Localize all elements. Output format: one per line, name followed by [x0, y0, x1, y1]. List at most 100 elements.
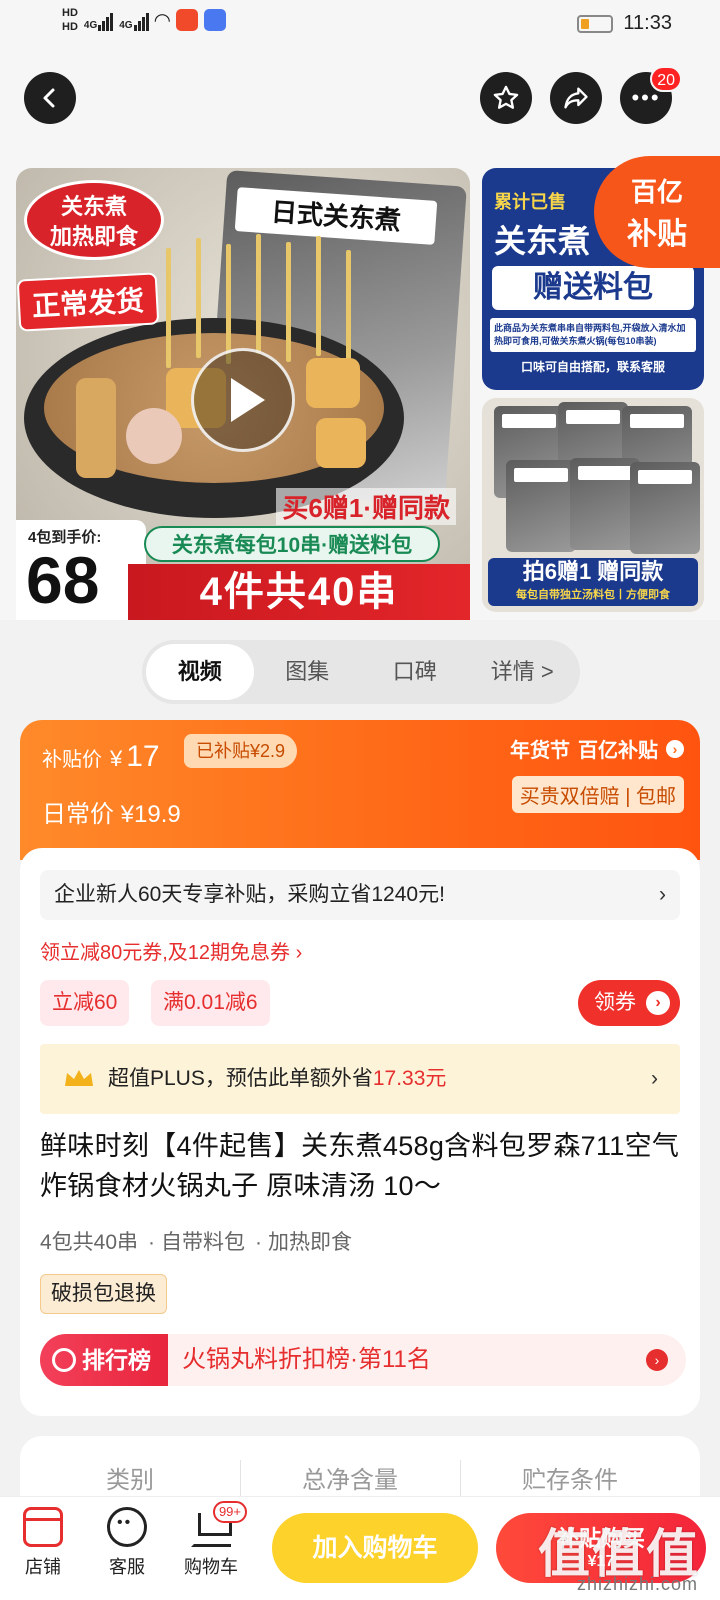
main-video-thumbnail[interactable]: 日式关东煮 关东煮 加热即食 正常发货 买6赠1·赠同款 4包到手价: 68 关… [16, 168, 470, 620]
threshold-chip: 满0.01减6 [151, 980, 270, 1026]
status-right: 11:33 [577, 12, 672, 35]
thumb2-line2: 每包自带独立汤料包丨方便即食 [516, 589, 670, 601]
battery-icon [577, 14, 614, 33]
food-item [76, 378, 116, 478]
tag-instant: 关东煮 加热即食 [24, 180, 164, 260]
coupon-link[interactable]: 领立减80元券,及12期免息券 › [40, 936, 302, 965]
share-icon [564, 87, 588, 109]
enterprise-subsidy-bar[interactable]: 企业新人60天专享补贴，采购立省1240元! › [40, 870, 680, 920]
star-icon [493, 85, 519, 109]
cart-label: 购物车 [184, 1557, 238, 1577]
tab-video[interactable]: 视频 [146, 644, 254, 700]
favorite-button[interactable] [480, 72, 532, 124]
signal-icon: 4G [84, 9, 114, 31]
brand-label: 百亿补贴 [578, 740, 658, 762]
service-label: 客服 [109, 1557, 145, 1577]
feature-item: 加热即食 [255, 1226, 352, 1256]
spec-net-weight: 总净含量 [302, 1467, 398, 1494]
tab-reviews[interactable]: 口碑 [361, 644, 469, 700]
more-badge: 20 [650, 66, 682, 92]
status-time: 11:33 [623, 12, 672, 34]
enterprise-subsidy-text: 企业新人60天专享补贴，采购立省1240元! [54, 883, 445, 906]
hd-label-1: HD [62, 7, 78, 19]
plus-text: 超值PLUS，预估此单额外省 [108, 1067, 373, 1090]
tag-line-2: 加热即食 [49, 224, 138, 249]
wifi-icon: ◠ [154, 9, 170, 32]
subsidy-price-label: 补贴价 [42, 749, 102, 771]
guarantee-badge: 买贵双倍赔 | 包邮 [511, 776, 684, 813]
ranking-bar[interactable]: 排行榜 火锅丸料折扣榜·第11名 › [40, 1334, 686, 1386]
share-button[interactable] [550, 72, 602, 124]
more-button[interactable]: ••• 20 [620, 66, 682, 124]
product-features: 4包共40串 自带料包 加热即食 [40, 1226, 352, 1256]
package-image [630, 462, 700, 554]
play-icon[interactable] [191, 348, 295, 452]
product-info-card: 企业新人60天专享补贴，采购立省1240元! › 领立减80元券,及12期免息券… [20, 848, 700, 1416]
back-button[interactable] [24, 72, 76, 124]
discount-chip: 立减60 [40, 980, 130, 1026]
cart-icon: 99+ [191, 1501, 247, 1547]
customer-service-button[interactable]: 客服 [92, 1507, 162, 1579]
chevron-right-icon: › [646, 1349, 668, 1371]
festival-label: 年货节 [510, 740, 570, 762]
thumb1-line3: 赠送料包 [492, 266, 694, 310]
tab-details[interactable]: 详情 > [469, 644, 577, 700]
chevron-right-icon: › [666, 739, 684, 758]
ranking-text: 火锅丸料折扣榜·第11名 [182, 1346, 431, 1373]
store-button[interactable]: 店铺 [8, 1507, 78, 1579]
chat-icon [107, 1507, 147, 1547]
food-item [126, 408, 182, 464]
product-title: 鲜味时刻【4件起售】关东煮458g含料包罗森711空气炸锅食材火锅丸子 原味清汤… [40, 1131, 680, 1201]
image-promo-big: 4件共40串 [128, 564, 470, 620]
price-card: 补贴价 ¥ 17 已补贴¥2.9 日常价 ¥19.9 年货节 百亿补贴 › 买贵… [20, 720, 700, 860]
buy-offer-text: 买6赠1·赠同款 [276, 488, 456, 525]
thumb2-line1: 拍6赠1 赠同款 [522, 559, 664, 584]
get-coupon-button[interactable]: 领券 › [578, 980, 680, 1026]
top-nav: ••• 20 [0, 50, 720, 160]
thumb1-line4: 此商品为关东煮串串自带两料包,开袋放入清水加热即可食用,可做关东煮火锅(每包10… [490, 318, 696, 352]
feature-item: 自带料包 [148, 1226, 245, 1256]
food-item [306, 358, 360, 408]
hd-indicator: HD HD [62, 6, 78, 34]
chevron-right-icon: › [651, 1067, 658, 1090]
product-gallery: 日式关东煮 关东煮 加热即食 正常发货 买6赠1·赠同款 4包到手价: 68 关… [0, 156, 720, 620]
gallery-thumb-2[interactable]: 拍6赠1 赠同款 每包自带独立汤料包丨方便即食 [482, 398, 704, 612]
tab-gallery[interactable]: 图集 [254, 644, 362, 700]
get-coupon-label: 领券 [594, 991, 636, 1014]
subsidy-price: 补贴价 ¥ 17 [42, 740, 160, 774]
ranking-label: 排行榜 [82, 1347, 151, 1373]
media-tabs: 视频 图集 口碑 详情 > [142, 640, 580, 704]
watermark-url: zhizhizhi.com [576, 1574, 698, 1594]
signal-icon-2: 4G [119, 9, 149, 31]
subsidy-badge-line1: 百亿 [630, 177, 683, 207]
back-arrow-icon [43, 88, 55, 108]
crown-icon [65, 1070, 93, 1086]
image-promo-top: 关东煮每包10串·赠送料包 [144, 526, 440, 562]
package-image [506, 460, 576, 552]
ranking-tag: 排行榜 [40, 1334, 168, 1386]
image-price-box: 4包到手价: 68 [16, 520, 146, 620]
store-icon [23, 1507, 63, 1547]
subsidized-amount-pill: 已补贴¥2.9 [184, 734, 298, 768]
plus-savings-amount: 17.33元 [372, 1067, 447, 1090]
status-bar: HD HD 4G 4G ◠ 11:33 [0, 0, 720, 50]
subsidy-badge: 百亿 补贴 [594, 156, 720, 268]
tag-shipping: 正常发货 [16, 272, 160, 332]
ranking-icon [52, 1348, 76, 1372]
subsidy-badge-line2: 补贴 [627, 218, 687, 251]
store-label: 店铺 [25, 1557, 61, 1577]
spec-storage: 贮存条件 [522, 1467, 618, 1494]
chevron-right-icon: › [659, 883, 666, 906]
add-to-cart-button[interactable]: 加入购物车 [272, 1513, 478, 1583]
food-item [316, 418, 366, 468]
chevron-right-icon: › [646, 991, 670, 1015]
subsidy-brand-link[interactable]: 年货节 百亿补贴 › [510, 734, 684, 763]
cart-button[interactable]: 99+ 购物车 [176, 1501, 247, 1579]
plus-savings-bar[interactable]: 超值PLUS，预估此单额外省17.33元 › [40, 1044, 680, 1114]
status-left: HD HD 4G 4G ◠ [62, 6, 226, 34]
app-notification-icon-2 [203, 9, 226, 31]
hd-label-2: HD [62, 21, 78, 33]
currency-symbol: ¥ [110, 746, 123, 771]
cart-badge: 99+ [212, 1501, 247, 1523]
thumb1-line5: 口味可自由搭配，联系客服 [520, 360, 665, 374]
